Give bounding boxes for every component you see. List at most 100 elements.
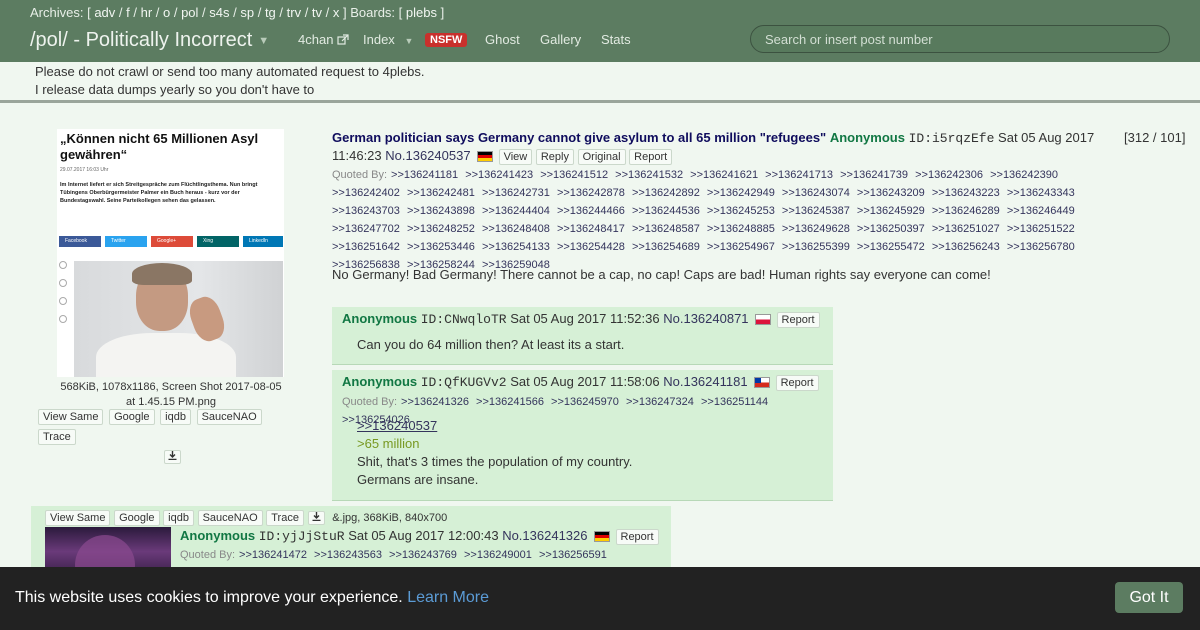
quote-backlink[interactable]: >>136241532	[615, 169, 683, 181]
quote-backlink[interactable]: >>136243223	[932, 187, 1000, 199]
op-original-button[interactable]: Original	[577, 149, 626, 165]
op-post-number[interactable]: No.136240537	[385, 148, 470, 163]
archive-link-hr[interactable]: hr	[141, 5, 153, 20]
quote-backlink[interactable]: >>136244536	[632, 205, 700, 217]
quote-backlink[interactable]: >>136243898	[407, 205, 475, 217]
quote-backlink[interactable]: >>136241423	[465, 169, 533, 181]
quote-backlink[interactable]: >>136245929	[857, 205, 925, 217]
reply-post-number[interactable]: No.136240871	[663, 311, 748, 326]
quote-backlink[interactable]: >>136242390	[990, 169, 1058, 181]
quote-backlink[interactable]: >>136254133	[482, 241, 550, 253]
op-report-button[interactable]: Report	[629, 149, 673, 165]
quote-backlink[interactable]: >>136256243	[932, 241, 1000, 253]
quote-backlink[interactable]: >>136246449	[1007, 205, 1075, 217]
view-same-button[interactable]: View Same	[45, 510, 111, 526]
nav-stats-link[interactable]: Stats	[601, 32, 631, 47]
quote-backlink[interactable]: >>136251642	[332, 241, 400, 253]
reply-post-number[interactable]: No.136241181	[663, 374, 747, 389]
reply-report-button[interactable]: Report	[615, 529, 659, 545]
quote-backlink[interactable]: >>136245387	[782, 205, 850, 217]
archive-link-o[interactable]: o	[163, 5, 170, 20]
iqdb-search-button[interactable]: iqdb	[163, 510, 194, 526]
learn-more-link[interactable]: Learn More	[407, 589, 489, 606]
quote-backlink[interactable]: >>136256780	[1007, 241, 1075, 253]
quote-backlink[interactable]: >>136256591	[539, 549, 607, 561]
reply-report-button[interactable]: Report	[776, 312, 820, 328]
archive-link-x[interactable]: x	[333, 5, 340, 20]
reply-poster-id[interactable]: ID:QfKUGVv2	[421, 375, 507, 390]
reply-post-number[interactable]: No.136241326	[502, 528, 587, 543]
board-title[interactable]: /pol/ - Politically Incorrect ▼	[30, 29, 269, 52]
board-link-plebs[interactable]: plebs	[406, 5, 437, 20]
quote-backlink[interactable]: >>136242878	[557, 187, 625, 199]
quote-backlink[interactable]: >>136243769	[389, 549, 457, 561]
quote-backlink[interactable]: >>136242402	[332, 187, 400, 199]
quote-backlink[interactable]: >>136248417	[557, 223, 625, 235]
reply-quotelink[interactable]: >>136240537	[357, 418, 437, 433]
quote-backlink[interactable]: >>136241512	[540, 169, 608, 181]
iqdb-search-button[interactable]: iqdb	[160, 409, 191, 425]
saucenao-search-button[interactable]: SauceNAO	[196, 409, 262, 425]
archive-link-sp[interactable]: sp	[240, 5, 254, 20]
trace-search-button[interactable]: Trace	[266, 510, 304, 526]
nav-ghost-link[interactable]: Ghost	[485, 32, 520, 47]
quote-backlink[interactable]: >>136255472	[857, 241, 925, 253]
quote-backlink[interactable]: >>136248408	[482, 223, 550, 235]
google-search-button[interactable]: Google	[114, 510, 160, 526]
quote-backlink[interactable]: >>136244466	[557, 205, 625, 217]
quote-backlink[interactable]: >>136242949	[707, 187, 775, 199]
quote-backlink[interactable]: >>136253446	[407, 241, 475, 253]
quote-backlink[interactable]: >>136241566	[476, 396, 544, 408]
op-poster-id[interactable]: ID:i5rqzEfe	[909, 131, 995, 146]
quote-backlink[interactable]: >>136247702	[332, 223, 400, 235]
quote-backlink[interactable]: >>136248587	[632, 223, 700, 235]
quote-backlink[interactable]: >>136241739	[840, 169, 908, 181]
view-same-button[interactable]: View Same	[38, 409, 104, 425]
archive-link-f[interactable]: f	[126, 5, 130, 20]
op-view-button[interactable]: View	[498, 149, 533, 165]
archive-link-adv[interactable]: adv	[94, 5, 115, 20]
quote-backlink[interactable]: >>136244404	[482, 205, 550, 217]
reply-poster-id[interactable]: ID:yjJjStuR	[259, 529, 345, 544]
op-reply-button[interactable]: Reply	[535, 149, 574, 165]
quote-backlink[interactable]: >>136255399	[782, 241, 850, 253]
quote-backlink[interactable]: >>136242481	[407, 187, 475, 199]
quote-backlink[interactable]: >>136248885	[707, 223, 775, 235]
nav-4chan-link[interactable]: 4chan	[298, 32, 349, 47]
quote-backlink[interactable]: >>136249628	[782, 223, 850, 235]
archive-link-s4s[interactable]: s4s	[209, 5, 229, 20]
quote-backlink[interactable]: >>136247324	[626, 396, 694, 408]
quote-backlink[interactable]: >>136248252	[407, 223, 475, 235]
quote-backlink[interactable]: >>136251522	[1007, 223, 1075, 235]
quote-backlink[interactable]: >>136241181	[391, 169, 458, 181]
quote-backlink[interactable]: >>136249001	[464, 549, 532, 561]
quote-backlink[interactable]: >>136250397	[857, 223, 925, 235]
quote-backlink[interactable]: >>136254689	[632, 241, 700, 253]
nav-gallery-link[interactable]: Gallery	[540, 32, 581, 47]
nav-index-dropdown[interactable]: Index ▼	[363, 32, 413, 47]
saucenao-search-button[interactable]: SauceNAO	[197, 510, 263, 526]
quote-backlink[interactable]: >>136254967	[707, 241, 775, 253]
search-input[interactable]	[750, 25, 1170, 53]
quote-backlink[interactable]: >>136246289	[932, 205, 1000, 217]
quote-backlink[interactable]: >>136242731	[482, 187, 550, 199]
download-button[interactable]	[307, 511, 325, 525]
download-button[interactable]	[163, 450, 181, 464]
quote-backlink[interactable]: >>136251027	[932, 223, 1000, 235]
quote-backlink[interactable]: >>136245253	[707, 205, 775, 217]
quote-backlink[interactable]: >>136241326	[401, 396, 469, 408]
quote-backlink[interactable]: >>136245970	[551, 396, 619, 408]
quote-backlink[interactable]: >>136243563	[314, 549, 382, 561]
reply-poster-id[interactable]: ID:CNwqloTR	[421, 312, 507, 327]
quote-backlink[interactable]: >>136243209	[857, 187, 925, 199]
quote-backlink[interactable]: >>136241713	[765, 169, 833, 181]
quote-backlink[interactable]: >>136243703	[332, 205, 400, 217]
quote-backlink[interactable]: >>136242306	[915, 169, 983, 181]
op-thumbnail[interactable]: „Können nicht 65 Millionen Asyl gewähren…	[57, 129, 284, 377]
reply-report-button[interactable]: Report	[775, 375, 819, 391]
quote-backlink[interactable]: >>136241472	[239, 549, 307, 561]
google-search-button[interactable]: Google	[109, 409, 155, 425]
quote-backlink[interactable]: >>136254428	[557, 241, 625, 253]
archive-link-pol[interactable]: pol	[181, 5, 198, 20]
quote-backlink[interactable]: >>136251144	[701, 396, 768, 408]
